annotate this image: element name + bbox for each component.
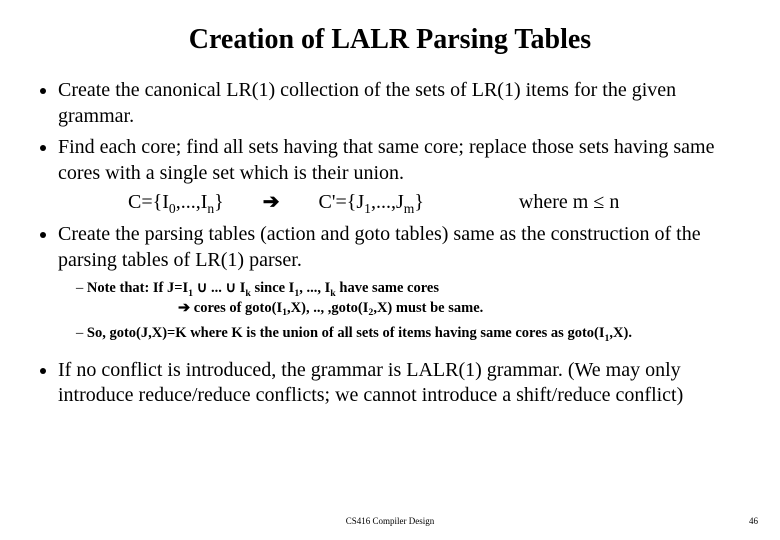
cores-line: ➔ cores of goto(I1,X), .., ,goto(I2,X) m… xyxy=(178,299,752,319)
arrow-icon: ➔ xyxy=(263,191,280,213)
slide-title: Creation of LALR Parsing Tables xyxy=(28,24,752,56)
cores-c: ,X) must be same. xyxy=(373,300,483,316)
so-a: So, goto(J,X)=K where K is the union of … xyxy=(87,325,605,341)
eq-c: C={I xyxy=(128,191,169,213)
eq-c-sub0: 0 xyxy=(169,201,176,216)
bullet-list-2: If no conflict is introduced, the gramma… xyxy=(28,358,752,409)
bullet-2-text: Find each core; find all sets having tha… xyxy=(58,136,714,184)
sub-list-2: So, goto(J,X)=K where K is the union of … xyxy=(58,324,752,344)
note-sk: k xyxy=(245,288,250,299)
note-s1b: 1 xyxy=(294,288,299,299)
eq-where: where m ≤ n xyxy=(519,191,619,213)
bullet-3-text: Create the parsing tables (action and go… xyxy=(58,223,701,271)
sub-list: Note that: If J=I1 ∪ ... ∪ Ik since I1, … xyxy=(58,279,752,299)
arrow-icon: ➔ xyxy=(178,300,190,316)
note-cup: ∪ ... ∪ I xyxy=(193,280,245,296)
page-number: 46 xyxy=(749,516,758,526)
note-s1: 1 xyxy=(188,288,193,299)
eq-cp-subm: m xyxy=(404,201,415,216)
eq-c-mid: ,...,I xyxy=(176,191,208,213)
bullet-3: Create the parsing tables (action and go… xyxy=(58,222,752,344)
note-skb: k xyxy=(330,288,335,299)
note-tail: have same cores xyxy=(336,280,439,296)
bullet-4: If no conflict is introduced, the gramma… xyxy=(58,358,752,409)
note-dots: , ..., I xyxy=(299,280,330,296)
bullet-1: Create the canonical LR(1) collection of… xyxy=(58,78,752,129)
slide: Creation of LALR Parsing Tables Create t… xyxy=(0,0,780,540)
note-since: since I xyxy=(251,280,295,296)
cores-sa: 1 xyxy=(282,307,287,318)
so-s1: 1 xyxy=(605,333,610,344)
eq-cp-close: } xyxy=(414,191,424,213)
so-line: So, goto(J,X)=K where K is the union of … xyxy=(76,324,752,344)
note-lead: Note that: If J=I xyxy=(87,280,188,296)
eq-c-close: } xyxy=(214,191,224,213)
equation-line: C={I0,...,In} ➔ C'={J1,...,Jm} where m ≤… xyxy=(128,190,752,216)
so-b: ,X). xyxy=(609,325,632,341)
footer-text: CS416 Compiler Design xyxy=(0,516,780,526)
cores-a: cores of goto(I xyxy=(190,300,282,316)
eq-cp: C'={J xyxy=(319,191,365,213)
note-line: Note that: If J=I1 ∪ ... ∪ Ik since I1, … xyxy=(76,279,752,299)
eq-c-subn: n xyxy=(207,201,214,216)
bullet-list: Create the canonical LR(1) collection of… xyxy=(28,78,752,344)
cores-b: ,X), .., ,goto(I xyxy=(287,300,368,316)
cores-sb: 2 xyxy=(368,307,373,318)
bullet-2: Find each core; find all sets having tha… xyxy=(58,135,752,216)
eq-cp-mid: ,...,J xyxy=(371,191,404,213)
eq-cp-sub1: 1 xyxy=(364,201,371,216)
